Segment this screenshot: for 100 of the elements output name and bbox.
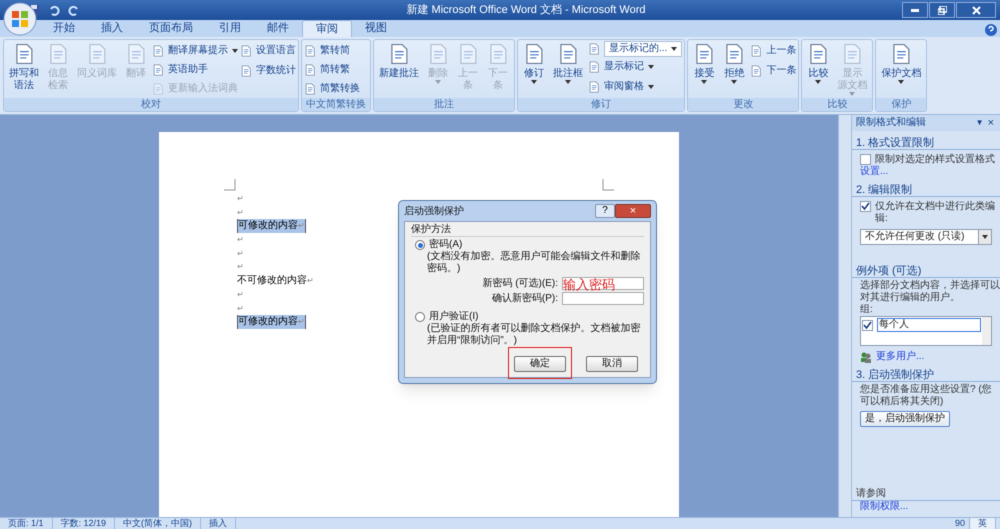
close-icon: [972, 6, 980, 14]
ribbon-button[interactable]: 拼写和 语法: [6, 41, 42, 98]
group-item[interactable]: 每个人: [877, 318, 981, 332]
group-label: 中文简繁转换: [302, 98, 370, 111]
close-button[interactable]: ×: [986, 117, 996, 129]
ribbon-button[interactable]: 设置语言: [240, 41, 296, 61]
checkmark-icon: [863, 320, 872, 330]
caret-icon: [701, 80, 708, 84]
help-button[interactable]: ?: [595, 204, 615, 218]
ribbon-button[interactable]: 显示标记: [588, 57, 682, 77]
more-users-link[interactable]: 更多用户...: [876, 351, 924, 363]
ribbon-button[interactable]: 字数统计: [240, 61, 296, 81]
document-line: ↵: [237, 261, 244, 274]
ribbon-tab[interactable]: 视图: [352, 20, 400, 37]
enforce-button[interactable]: 是，启动强制保护: [860, 411, 950, 427]
radio-button[interactable]: [415, 312, 425, 322]
page-icon: [240, 45, 252, 57]
section-heading: 例外项 (可选): [852, 265, 1000, 278]
document-line: ↵: [237, 302, 244, 314]
ribbon-button[interactable]: 英语助手: [152, 60, 238, 79]
redo-icon[interactable]: [68, 4, 80, 16]
status-item[interactable]: 插入: [201, 518, 236, 529]
option-description: (已验证的所有者可以删除文档保护。文档被加密并启用“限制访问”。): [426, 323, 642, 347]
see-also-heading: 请参阅: [852, 488, 1000, 501]
section-heading: 2. 编辑限制: [852, 184, 1000, 197]
dialog-button[interactable]: 确定: [514, 356, 566, 372]
ribbon-button[interactable]: 审阅窗格: [588, 77, 682, 97]
group-title: 保护方法: [411, 224, 644, 237]
restore-icon: [938, 6, 946, 14]
edit-type-select[interactable]: 不允许任何更改 (只读): [860, 229, 992, 245]
groups-label: 组:: [859, 304, 874, 316]
permission-link[interactable]: 限制权限...: [852, 501, 1000, 513]
group-label: 修订: [518, 98, 684, 111]
ribbon-tab[interactable]: 插入: [88, 20, 136, 37]
ribbon-button[interactable]: 下一条: [750, 61, 796, 81]
caret-icon: [232, 48, 238, 52]
ribbon-tab[interactable]: 邮件: [254, 20, 302, 37]
caret-icon: [982, 235, 988, 239]
ribbon-button[interactable]: 批注框: [550, 41, 586, 98]
ribbon-button[interactable]: 接受: [690, 41, 718, 98]
markup-select[interactable]: 显示标记的...: [604, 41, 682, 57]
page-icon: [152, 82, 164, 94]
ribbon-tab[interactable]: 页面布局: [136, 20, 206, 37]
undo-icon[interactable]: [48, 4, 60, 16]
settings-link[interactable]: 设置...: [852, 166, 1000, 178]
zoom-level[interactable]: 90: [950, 518, 969, 529]
section-heading: 1. 格式设置限制: [852, 137, 1000, 150]
password-field[interactable]: [562, 292, 644, 305]
radio-label: 密码(A): [429, 239, 462, 250]
caret-icon: [565, 80, 571, 84]
page-icon: [152, 64, 164, 76]
page-icon: [152, 44, 164, 56]
field-label: 确认新密码(P):: [492, 292, 558, 304]
close-button[interactable]: [956, 2, 996, 18]
pane-menu-button[interactable]: ▼: [974, 117, 986, 129]
ribbon-button[interactable]: 比较: [804, 41, 832, 98]
document-line: ↵: [237, 248, 244, 260]
page-icon: [240, 65, 252, 77]
ribbon-button[interactable]: 繁转简: [304, 41, 360, 60]
checkbox[interactable]: [860, 154, 871, 165]
status-item[interactable]: 页面: 1/1: [0, 518, 53, 529]
option-description: (文档没有加密。恶意用户可能会编辑文件和删除密码。): [426, 251, 642, 275]
minimize-icon: [911, 8, 919, 12]
caret-icon: [815, 80, 822, 84]
ribbon-tab[interactable]: 开始: [40, 20, 88, 37]
radio-label: 用户验证(I): [429, 311, 478, 322]
checkbox[interactable]: [862, 320, 873, 330]
group-label: 保护: [876, 98, 926, 111]
close-button[interactable]: ×: [615, 204, 651, 218]
vertical-scrollbar[interactable]: [838, 115, 852, 517]
caret-icon: [648, 65, 654, 69]
dialog-title: 启动强制保护: [404, 204, 465, 218]
radio-button[interactable]: [415, 240, 425, 250]
ribbon-button[interactable]: 翻译屏幕提示: [152, 41, 238, 60]
ribbon-button[interactable]: 简转繁: [304, 60, 360, 79]
ime-toolbar[interactable]: 英: [969, 517, 996, 529]
checkbox[interactable]: [860, 201, 871, 212]
minimize-button[interactable]: [902, 2, 928, 18]
ribbon-button[interactable]: 简繁转换: [304, 79, 360, 98]
crop-mark-icon: [602, 179, 614, 191]
ribbon-button[interactable]: 保护文档: [878, 41, 924, 98]
password-field[interactable]: 输入密码: [562, 277, 644, 290]
list-scrollbar[interactable]: [982, 317, 991, 345]
dialog-button[interactable]: 取消: [586, 356, 638, 372]
ribbon-button[interactable]: 新建批注: [376, 41, 422, 98]
ribbon-tab[interactable]: 审阅: [302, 20, 352, 37]
ribbon-button[interactable]: 拒绝: [720, 41, 748, 98]
status-item[interactable]: 字数: 12/19: [52, 518, 116, 529]
ribbon-button[interactable]: 修订: [520, 41, 548, 98]
page-icon: [304, 44, 316, 56]
document-line: ↵: [237, 206, 244, 219]
restore-button[interactable]: [929, 2, 955, 18]
caret-icon: [531, 80, 537, 84]
document-line: ↵: [237, 288, 244, 301]
ribbon-button[interactable]: 上一条: [750, 41, 796, 61]
ribbon-tab[interactable]: 引用: [206, 20, 254, 37]
status-item[interactable]: 中文(简体，中国): [115, 518, 202, 529]
checkbox-label: 仅允许在文档中进行此类编辑:: [875, 201, 996, 225]
pane-title: 限制格式和编辑: [856, 117, 927, 129]
help-icon[interactable]: [985, 24, 997, 36]
